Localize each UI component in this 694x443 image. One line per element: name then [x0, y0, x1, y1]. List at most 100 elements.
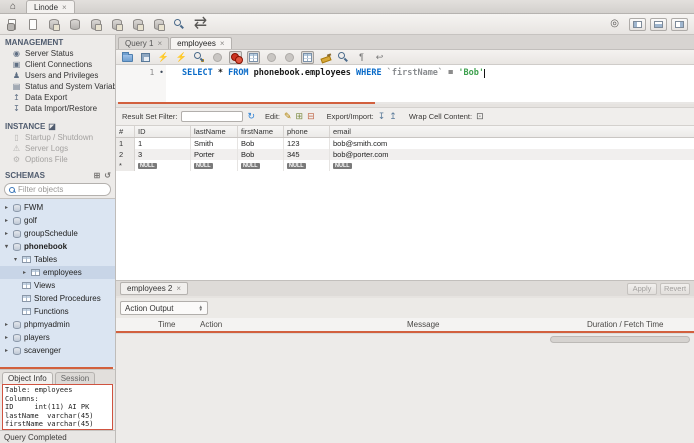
apply-button[interactable]: Apply: [627, 282, 657, 295]
sql-code-editor[interactable]: 1 • SELECT * FROM phonebook.employees WH…: [116, 65, 694, 102]
sidebar-item-data-export[interactable]: ↥ Data Export: [0, 92, 115, 103]
tree-node-phonebook[interactable]: ▾ phonebook: [0, 240, 115, 253]
grid-cell[interactable]: bob@smith.com: [330, 138, 694, 149]
create-function-icon[interactable]: [151, 17, 166, 32]
toggle-word-wrap-icon[interactable]: ↩: [373, 51, 386, 64]
column-header-firstname[interactable]: firstName: [238, 126, 284, 137]
grid-cell[interactable]: Bob: [238, 149, 284, 160]
sidebar-item-server-status[interactable]: ◉ Server Status: [0, 48, 115, 59]
grid-cell[interactable]: NULL: [284, 160, 330, 171]
tree-node-stored-procedures[interactable]: Stored Procedures: [0, 292, 115, 305]
tree-node-golf[interactable]: ▸ golf: [0, 214, 115, 227]
create-procedure-icon[interactable]: [130, 17, 145, 32]
open-sql-file-icon[interactable]: [121, 51, 134, 64]
query-tab-employees[interactable]: employees ×: [170, 37, 232, 49]
grid-cell[interactable]: 3: [135, 149, 191, 160]
rollback-transaction-icon[interactable]: [283, 51, 296, 64]
new-query-tab-icon[interactable]: [4, 17, 19, 32]
tree-node-fwm[interactable]: ▸ FWM: [0, 201, 115, 214]
revert-button[interactable]: Revert: [660, 282, 690, 295]
tree-node-employees[interactable]: ▸ employees: [0, 266, 115, 279]
column-header-phone[interactable]: phone: [284, 126, 330, 137]
result-set-filter-input[interactable]: [181, 111, 244, 122]
tree-node-scavenger[interactable]: ▸ scavenger: [0, 344, 115, 357]
expander-icon[interactable]: ▸: [3, 334, 10, 341]
limit-rows-icon[interactable]: [247, 50, 260, 64]
tab-session[interactable]: Session: [54, 372, 96, 384]
grid-row[interactable]: 1 1 Smith Bob 123 bob@smith.com: [116, 138, 694, 149]
output-type-select[interactable]: Action Output ▲ ▼: [120, 301, 208, 315]
open-script-icon[interactable]: [25, 17, 40, 32]
add-record-icon[interactable]: ⊞: [296, 112, 304, 121]
grid-cell[interactable]: Smith: [191, 138, 238, 149]
explain-plan-icon[interactable]: [193, 51, 206, 64]
commit-transaction-icon[interactable]: [265, 51, 278, 64]
toggle-stop-on-error-icon[interactable]: [229, 50, 243, 64]
expander-icon[interactable]: ▾: [3, 243, 10, 250]
find-icon[interactable]: [337, 51, 350, 64]
close-tab-icon[interactable]: ×: [157, 39, 162, 48]
column-header-email[interactable]: email: [330, 126, 694, 137]
import-records-icon[interactable]: ↥: [389, 112, 397, 121]
tree-node-groupschedule[interactable]: ▸ groupSchedule: [0, 227, 115, 240]
result-tab-employees-2[interactable]: employees 2 ×: [120, 282, 189, 295]
grid-cell[interactable]: Porter: [191, 149, 238, 160]
query-tab-query-1[interactable]: Query 1 ×: [118, 37, 170, 49]
create-table-icon[interactable]: [88, 17, 103, 32]
grid-row[interactable]: 2 3 Porter Bob 345 bob@porter.com: [116, 149, 694, 160]
search-settings-icon[interactable]: ◎: [610, 19, 619, 29]
grid-cell[interactable]: 345: [284, 149, 330, 160]
export-recordset-icon[interactable]: ↧: [378, 112, 386, 121]
column-header-lastname[interactable]: lastName: [191, 126, 238, 137]
grid-null-row[interactable]: * NULL NULL NULL NULL NULL: [116, 160, 694, 171]
tree-node-functions[interactable]: Functions: [0, 305, 115, 318]
home-tab[interactable]: ⌂: [0, 0, 26, 13]
create-schema-icon[interactable]: [67, 17, 82, 32]
close-connection-tab-icon[interactable]: ×: [62, 3, 67, 12]
wrap-cell-content-icon[interactable]: ⊡: [476, 112, 484, 121]
show-invisible-characters-icon[interactable]: ¶: [355, 51, 368, 64]
execute-current-statement-icon[interactable]: ⚡: [175, 51, 188, 64]
edit-record-icon[interactable]: ✎: [284, 112, 292, 121]
expander-icon[interactable]: ▸: [3, 230, 10, 237]
schemas-refresh-icon[interactable]: ↺: [104, 171, 111, 180]
expander-icon[interactable]: ▾: [12, 256, 19, 263]
expander-icon[interactable]: ▸: [3, 321, 10, 328]
sidebar-item-status-and-system-variables[interactable]: ▤ Status and System Variables: [0, 81, 115, 92]
schemas-collapse-icon[interactable]: ⊞: [94, 171, 101, 180]
save-script-icon[interactable]: [139, 51, 152, 64]
grid-cell[interactable]: 123: [284, 138, 330, 149]
grid-cell[interactable]: NULL: [238, 160, 284, 171]
tree-node-phpmyadmin[interactable]: ▸ phpmyadmin: [0, 318, 115, 331]
grid-cell[interactable]: NULL: [191, 160, 238, 171]
tree-node-players[interactable]: ▸ players: [0, 331, 115, 344]
grid-cell[interactable]: 2: [116, 149, 135, 160]
expander-icon[interactable]: ▸: [3, 204, 10, 211]
expander-icon[interactable]: ▸: [3, 217, 10, 224]
grid-cell[interactable]: 1: [116, 138, 135, 149]
expander-icon[interactable]: ▸: [21, 269, 28, 276]
column-header-rownum[interactable]: #: [116, 126, 135, 137]
toggle-right-panel-button[interactable]: [671, 17, 688, 31]
sidebar-item-data-import-restore[interactable]: ↧ Data Import/Restore: [0, 103, 115, 114]
delete-record-icon[interactable]: ⊟: [307, 112, 315, 121]
close-tab-icon[interactable]: ×: [220, 39, 225, 48]
grid-cell[interactable]: bob@porter.com: [330, 149, 694, 160]
tab-object-info[interactable]: Object Info: [2, 372, 53, 384]
create-view-icon[interactable]: [109, 17, 124, 32]
column-header-id[interactable]: ID: [135, 126, 191, 137]
toggle-autocommit-icon[interactable]: [301, 50, 314, 64]
sidebar-item-users-and-privileges[interactable]: ♟ Users and Privileges: [0, 70, 115, 81]
search-data-icon[interactable]: [172, 17, 187, 32]
expander-icon[interactable]: ▸: [3, 347, 10, 354]
horizontal-scrollbar-thumb[interactable]: [550, 336, 690, 343]
toggle-left-panel-button[interactable]: [629, 17, 646, 31]
beautify-script-icon[interactable]: [319, 51, 332, 64]
grid-cell[interactable]: *: [116, 160, 135, 171]
reconnect-database-icon[interactable]: ⇄: [193, 16, 208, 32]
close-result-tab-icon[interactable]: ×: [176, 284, 181, 293]
execute-script-icon[interactable]: ⚡: [157, 51, 170, 64]
grid-cell[interactable]: NULL: [135, 160, 191, 171]
tree-node-tables[interactable]: ▾ Tables: [0, 253, 115, 266]
sidebar-item-client-connections[interactable]: ▣ Client Connections: [0, 59, 115, 70]
